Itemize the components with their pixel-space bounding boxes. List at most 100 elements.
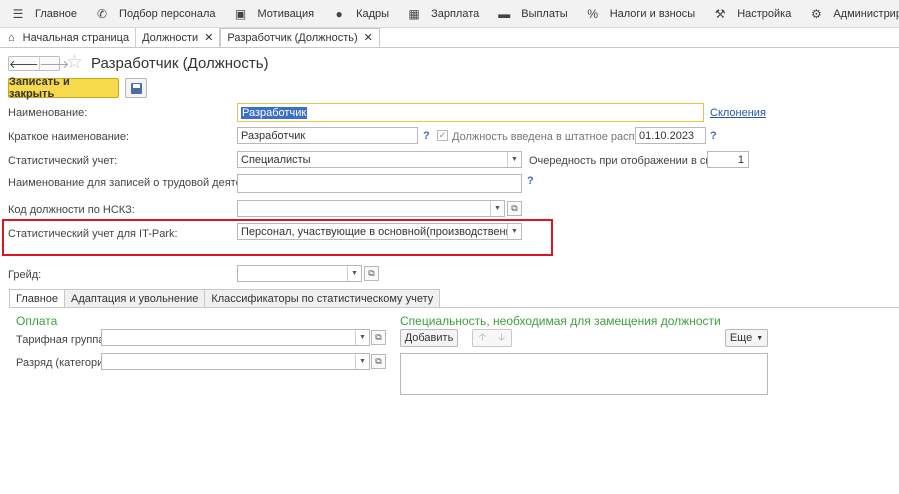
calculator-icon: ▦ (408, 6, 420, 21)
open-link-icon[interactable]: ⧉ (507, 201, 522, 216)
add-button[interactable]: Добавить (400, 329, 458, 347)
floppy-disk-icon (130, 82, 142, 94)
more-button[interactable]: Еще ▼ (725, 329, 768, 347)
help-icon[interactable]: ? (710, 130, 717, 142)
close-icon[interactable]: ✕ (204, 31, 213, 44)
main-menu: ☰ Главное ✆ Подбор персонала ▣ Мотивация… (0, 0, 899, 28)
menu-item-personnel[interactable]: ● Кадры (324, 0, 399, 28)
order-input[interactable]: 1 (707, 151, 749, 168)
menu-item-label: Администрирование (833, 7, 899, 20)
in-staff-date-value: 01.10.2023 (639, 129, 695, 142)
percent-icon: % (587, 6, 599, 21)
tariff-label: Тарифная группа: (16, 334, 108, 346)
dropdown-arrow-icon[interactable]: ▼ (347, 266, 361, 281)
arrow-right-icon: 🡒 (39, 58, 70, 71)
arrow-down-icon: 🡣 (497, 331, 506, 343)
tab-adaptation[interactable]: Адаптация и увольнение (64, 289, 206, 307)
tab-main[interactable]: Главное (9, 289, 66, 308)
short-name-label: Краткое наименование: (8, 131, 130, 143)
tab-developer-position[interactable]: Разработчик (Должность) ✕ (220, 28, 380, 47)
gift-icon: ▣ (234, 6, 247, 21)
open-link-icon[interactable]: ⧉ (371, 330, 386, 345)
menu-item-taxes[interactable]: % Налоги и взносы (578, 0, 706, 28)
menu-item-label: Главное (35, 7, 78, 20)
inner-tabs: Главное Адаптация и увольнение Классифик… (9, 289, 441, 308)
form-title: Разработчик (Должность) (91, 55, 269, 72)
chevron-down-icon: ▼ (756, 334, 764, 342)
menu-item-label: Кадры (356, 7, 390, 20)
move-down-button[interactable]: 🡣 (492, 330, 511, 346)
specialty-group-title: Специальность, необходимая для замещения… (400, 314, 721, 328)
more-label: Еще (729, 332, 753, 344)
open-tabs-bar: ⌂ Начальная страница Должности ✕ Разрабо… (0, 28, 899, 48)
menu-item-label: Настройка (737, 7, 792, 20)
tab-label: Начальная страница (22, 31, 130, 44)
tab-home[interactable]: ⌂ Начальная страница (0, 28, 137, 47)
dropdown-arrow-icon[interactable]: ▼ (507, 152, 521, 167)
itpark-select[interactable]: Персонал, участвующие в основной(произво… (237, 223, 522, 240)
move-buttons: 🡡 🡣 (472, 329, 512, 347)
phone-icon: ✆ (97, 6, 108, 21)
save-button[interactable] (125, 78, 147, 98)
menu-item-label: Зарплата (431, 7, 480, 20)
payment-group-title: Оплата (16, 314, 58, 328)
close-icon[interactable]: ✕ (364, 31, 373, 44)
menu-item-motivation[interactable]: ▣ Мотивация (226, 0, 325, 28)
open-link-icon[interactable]: ⧉ (371, 354, 386, 369)
work-records-input[interactable] (237, 174, 522, 193)
history-nav: 🡐 🡒 (8, 56, 69, 71)
menu-item-main[interactable]: ☰ Главное (0, 0, 87, 28)
favorite-star-icon[interactable]: ☆ (66, 53, 83, 73)
save-and-close-button[interactable]: Записать и закрыть (8, 76, 119, 100)
move-up-button[interactable]: 🡡 (473, 330, 492, 346)
name-value: Разработчик (241, 106, 308, 119)
open-link-icon[interactable]: ⧉ (364, 266, 379, 281)
forward-button[interactable]: 🡒 (38, 57, 70, 71)
dropdown-arrow-icon[interactable]: ▼ (355, 354, 369, 369)
back-button[interactable]: 🡐 (9, 57, 39, 71)
rank-select[interactable]: ▼ (101, 353, 370, 370)
nskz-select[interactable]: ▼ (237, 200, 505, 217)
name-label: Наименование: (8, 107, 88, 119)
in-staff-checkbox[interactable]: ✓ (437, 130, 448, 141)
stat-value: Специалисты (241, 153, 311, 166)
dropdown-arrow-icon[interactable]: ▼ (355, 330, 369, 345)
menu-item-label: Выплаты (521, 7, 568, 20)
order-value: 1 (737, 153, 744, 166)
menu-item-label: Подбор персонала (119, 7, 216, 20)
stat-select[interactable]: Специалисты ▼ (237, 151, 522, 168)
arrow-left-icon: 🡐 (9, 58, 39, 71)
checkmark-icon: ✓ (438, 130, 447, 140)
declensions-link[interactable]: Склонения (710, 107, 766, 119)
tab-classifiers[interactable]: Классификаторы по статистическому учету (204, 289, 441, 307)
tabs-divider (9, 307, 899, 308)
home-icon: ⌂ (8, 31, 15, 44)
tariff-select[interactable]: ▼ (101, 329, 370, 346)
menu-item-payments[interactable]: ▬ Выплаты (489, 0, 577, 28)
nskz-label: Код должности по НСКЗ: (8, 204, 135, 216)
stat-label: Статистический учет: (8, 155, 118, 167)
tab-label: Разработчик (Должность) (227, 31, 358, 44)
arrow-up-icon: 🡡 (478, 331, 487, 343)
menu-item-settings[interactable]: ⚒ Настройка (705, 0, 801, 28)
menu-item-admin[interactable]: ⚙ Администрирование (801, 0, 899, 28)
name-input[interactable]: Разработчик (237, 103, 704, 122)
tab-positions[interactable]: Должности ✕ (136, 28, 221, 47)
menu-item-label: Мотивация (257, 7, 315, 20)
dropdown-arrow-icon[interactable]: ▼ (490, 201, 504, 216)
itpark-value: Персонал, участвующие в основной(произво… (241, 225, 507, 238)
menu-item-salary[interactable]: ▦ Зарплата (399, 0, 489, 28)
short-name-input[interactable]: Разработчик (237, 127, 418, 144)
help-icon[interactable]: ? (527, 175, 534, 187)
menu-item-label: Налоги и взносы (609, 7, 696, 20)
grade-label: Грейд: (8, 269, 42, 281)
wallet-icon: ▬ (498, 6, 511, 21)
help-icon[interactable]: ? (423, 130, 430, 142)
dropdown-arrow-icon[interactable]: ▼ (507, 224, 521, 239)
in-staff-date-input[interactable]: 01.10.2023 (635, 127, 706, 144)
menu-item-recruitment[interactable]: ✆ Подбор персонала (87, 0, 225, 28)
people-icon: ● (335, 6, 343, 21)
grade-select[interactable]: ▼ (237, 265, 362, 282)
short-name-value: Разработчик (241, 129, 306, 142)
specialty-list[interactable] (400, 353, 768, 395)
